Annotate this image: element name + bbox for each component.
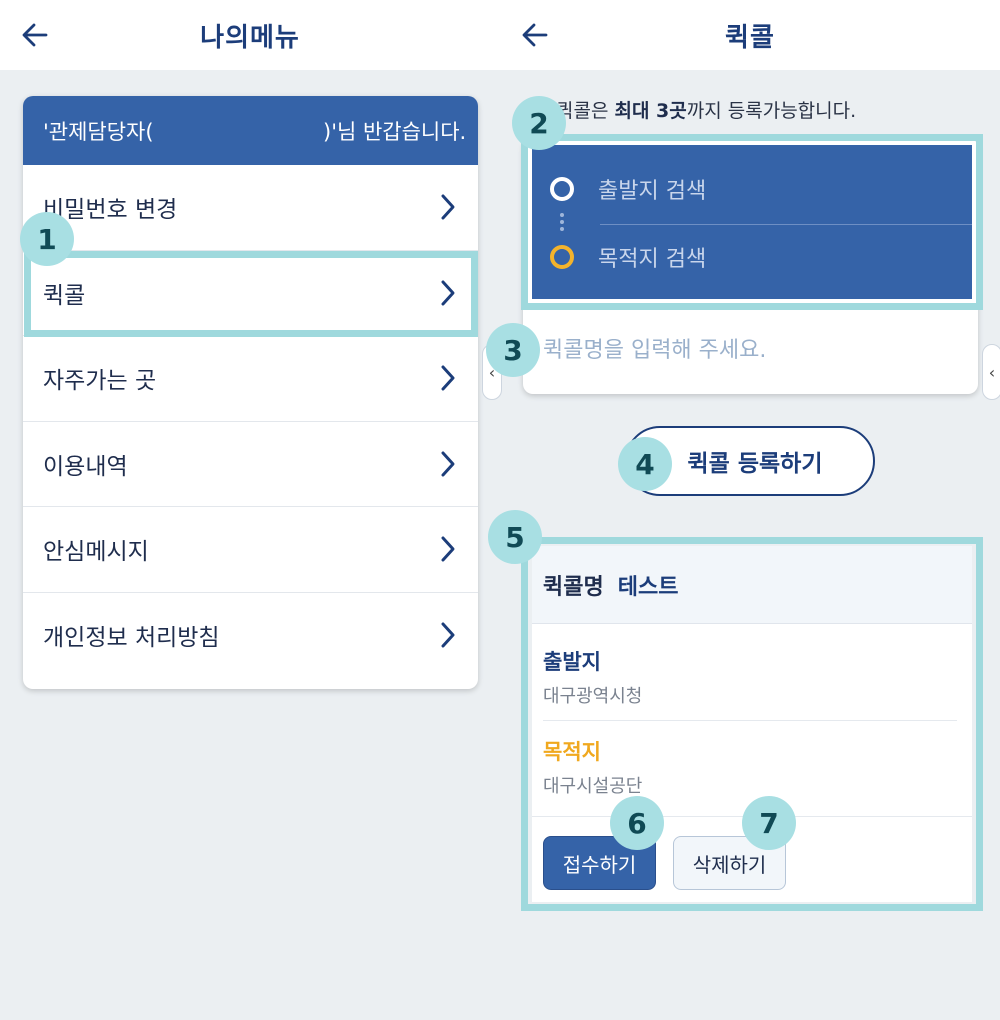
callout-badge-7: 7 bbox=[742, 796, 796, 850]
chevron-right-icon bbox=[441, 194, 455, 220]
callout-badge-3: 3 bbox=[486, 323, 540, 377]
menu-item-frequent-places[interactable]: 자주가는 곳 bbox=[23, 336, 478, 422]
callout-badge-6: 6 bbox=[610, 796, 664, 850]
notice-text: 까지 등록가능합니다. bbox=[686, 100, 857, 122]
back-arrow-icon[interactable] bbox=[520, 20, 550, 50]
menu-item-label: 안심메시지 bbox=[43, 539, 149, 566]
page-title: 나의메뉴 bbox=[200, 22, 300, 53]
greeting-suffix: )'님 반갑습니다. bbox=[323, 119, 467, 144]
page-title: 퀵콜 bbox=[725, 22, 775, 53]
back-arrow-icon[interactable] bbox=[20, 20, 50, 50]
my-menu-list: '관제담당자( )'님 반갑습니다. 비밀번호 변경 퀵콜 자주가는 곳 이용내… bbox=[23, 96, 478, 689]
chevron-right-icon bbox=[441, 536, 455, 562]
menu-item-change-password[interactable]: 비밀번호 변경 bbox=[23, 165, 478, 251]
notice-bold: 최대 3곳 bbox=[614, 100, 687, 122]
chevron-right-icon bbox=[441, 622, 455, 648]
menu-item-label: 자주가는 곳 bbox=[43, 368, 157, 395]
callout-highlight-1 bbox=[24, 251, 478, 337]
callout-badge-2: 2 bbox=[512, 96, 566, 150]
greeting-banner: '관제담당자( )'님 반갑습니다. bbox=[23, 96, 478, 165]
slide-next-tab[interactable]: ‹ bbox=[982, 344, 1000, 400]
callout-highlight-2 bbox=[521, 134, 983, 310]
menu-item-safe-message[interactable]: 안심메시지 bbox=[23, 507, 478, 593]
callout-badge-5: 5 bbox=[488, 510, 542, 564]
quickcall-name-input[interactable] bbox=[543, 328, 963, 372]
chevron-right-icon bbox=[441, 365, 455, 391]
chevron-right-icon bbox=[441, 451, 455, 477]
menu-item-label: 개인정보 처리방침 bbox=[43, 625, 220, 652]
greeting-prefix: '관제담당자( bbox=[43, 119, 154, 144]
right-header: 퀵콜 bbox=[500, 0, 1000, 70]
left-header: 나의메뉴 bbox=[0, 0, 500, 70]
menu-item-privacy-policy[interactable]: 개인정보 처리방침 bbox=[23, 593, 478, 679]
callout-badge-1: 1 bbox=[20, 212, 74, 266]
callout-badge-4: 4 bbox=[618, 437, 672, 491]
menu-item-label: 이용내역 bbox=[43, 453, 128, 480]
callout-highlight-5 bbox=[521, 537, 983, 911]
quickcall-limit-notice: 퀵콜은 최대 3곳까지 등록가능합니다. bbox=[556, 96, 856, 123]
menu-item-usage-history[interactable]: 이용내역 bbox=[23, 422, 478, 507]
